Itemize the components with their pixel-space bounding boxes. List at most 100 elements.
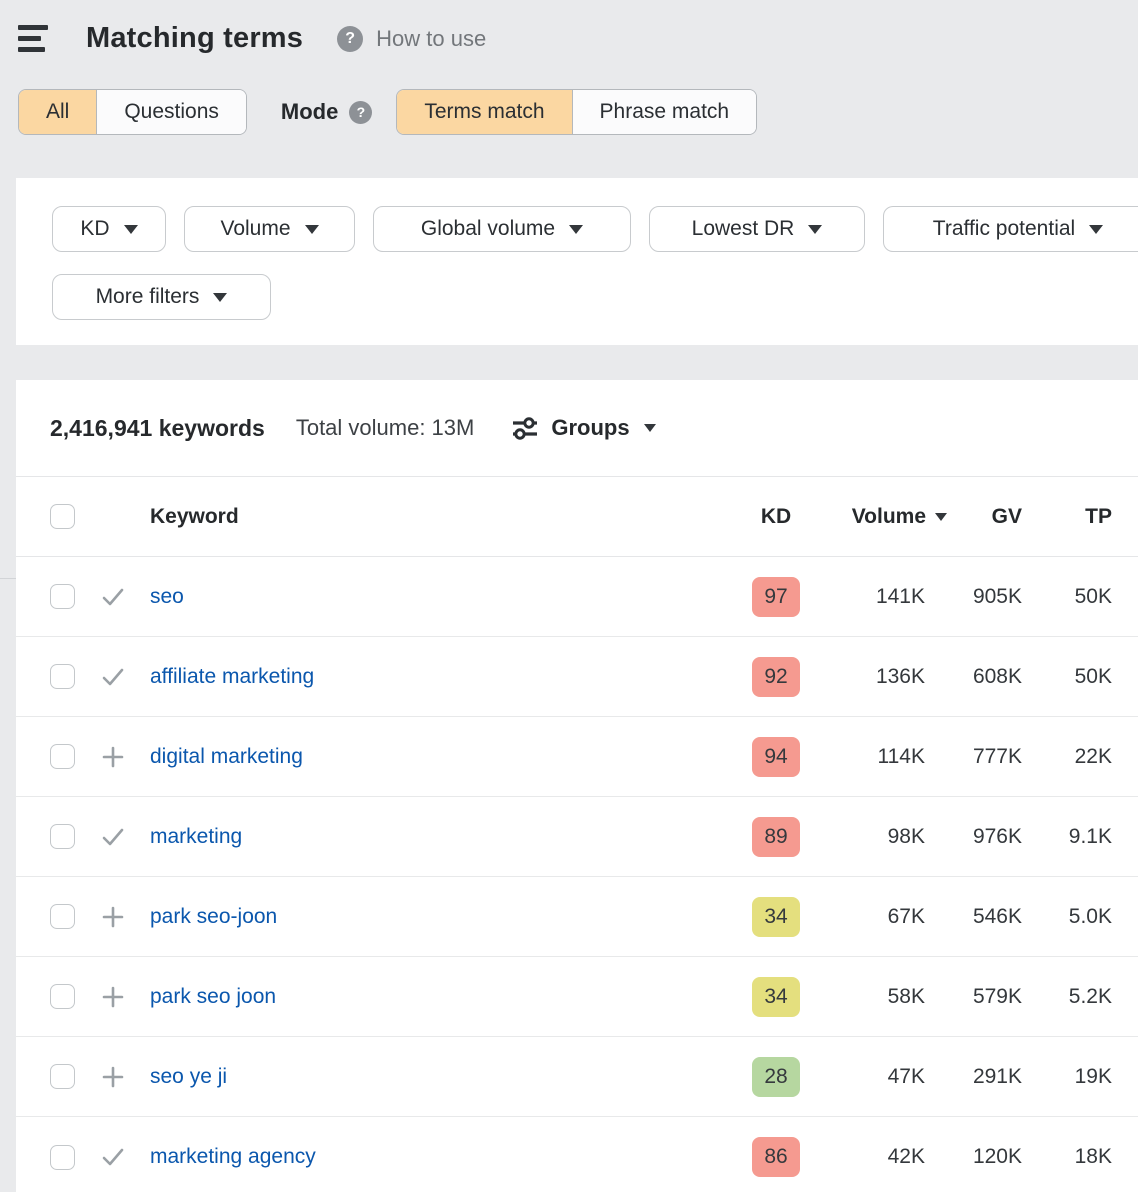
row-checkbox[interactable] xyxy=(50,904,75,929)
how-to-use-label: How to use xyxy=(376,26,486,52)
kd-badge: 34 xyxy=(752,977,800,1017)
keyword-link[interactable]: affiliate marketing xyxy=(150,665,314,688)
row-checkbox[interactable] xyxy=(50,1145,75,1170)
added-check-icon[interactable] xyxy=(100,584,126,610)
table-row: marketing8998K976K9.1K xyxy=(16,797,1138,877)
filter-global-volume-label: Global volume xyxy=(421,217,555,241)
filters-row-2: More filters xyxy=(52,274,1138,320)
col-keyword[interactable]: Keyword xyxy=(150,505,752,529)
volume-cell: 114K xyxy=(800,745,925,769)
add-plus-icon[interactable] xyxy=(100,1064,126,1090)
total-volume: Total volume: 13M xyxy=(296,415,475,441)
stats-row: 2,416,941 keywords Total volume: 13M Gro… xyxy=(16,380,1138,477)
chevron-down-icon xyxy=(808,225,822,234)
title-row: Matching terms ? How to use xyxy=(18,22,1138,55)
volume-cell: 42K xyxy=(800,1145,925,1169)
col-volume-label: Volume xyxy=(852,505,926,529)
filters-row-1: KD Volume Global volume Lowest DR Traffic po… xyxy=(52,206,1138,252)
keyword-link[interactable]: marketing xyxy=(150,825,242,848)
volume-cell: 67K xyxy=(800,905,925,929)
table-row: seo97141K905K50K xyxy=(16,557,1138,637)
keyword-link[interactable]: seo xyxy=(150,585,184,608)
mode-question-circle-icon[interactable]: ? xyxy=(349,101,372,124)
menu-icon[interactable] xyxy=(18,25,50,52)
table-row: marketing agency8642K120K18K xyxy=(16,1117,1138,1192)
added-check-icon[interactable] xyxy=(100,664,126,690)
gv-cell: 579K xyxy=(925,985,1022,1009)
col-volume[interactable]: Volume xyxy=(800,505,925,529)
filter-more-filters-button[interactable]: More filters xyxy=(52,274,271,320)
gv-cell: 777K xyxy=(925,745,1022,769)
filter-kd-button[interactable]: KD xyxy=(52,206,166,252)
volume-cell: 58K xyxy=(800,985,925,1009)
tp-cell: 9.1K xyxy=(1022,825,1112,849)
row-checkbox[interactable] xyxy=(50,824,75,849)
add-plus-icon[interactable] xyxy=(100,744,126,770)
kd-badge: 97 xyxy=(752,577,800,617)
scope-segmented-control: AllQuestions xyxy=(18,89,247,135)
gv-cell: 905K xyxy=(925,585,1022,609)
added-check-icon[interactable] xyxy=(100,824,126,850)
tp-cell: 19K xyxy=(1022,1065,1112,1089)
gv-cell: 291K xyxy=(925,1065,1022,1089)
chevron-down-icon xyxy=(124,225,138,234)
added-check-icon[interactable] xyxy=(100,1144,126,1170)
how-to-use-link[interactable]: ? How to use xyxy=(337,26,486,52)
kd-badge: 34 xyxy=(752,897,800,937)
scope-option-questions[interactable]: Questions xyxy=(97,90,246,134)
table-row: digital marketing94114K777K22K xyxy=(16,717,1138,797)
left-gutter-divider xyxy=(0,578,16,579)
row-checkbox[interactable] xyxy=(50,1064,75,1089)
kd-badge: 92 xyxy=(752,657,800,697)
keyword-link[interactable]: marketing agency xyxy=(150,1145,316,1168)
table-header-row: Keyword KD Volume GV TP xyxy=(16,477,1138,557)
row-checkbox[interactable] xyxy=(50,664,75,689)
tp-cell: 50K xyxy=(1022,665,1112,689)
row-checkbox[interactable] xyxy=(50,984,75,1009)
chevron-down-icon xyxy=(305,225,319,234)
col-kd[interactable]: KD xyxy=(752,505,800,529)
add-plus-icon[interactable] xyxy=(100,984,126,1010)
filter-lowest-dr-button[interactable]: Lowest DR xyxy=(649,206,865,252)
mode-option-phrase-match[interactable]: Phrase match xyxy=(573,90,757,134)
mode-segmented-control: Terms matchPhrase match xyxy=(396,89,757,135)
volume-cell: 136K xyxy=(800,665,925,689)
table-body: seo97141K905K50Kaffiliate marketing92136… xyxy=(16,557,1138,1192)
filter-global-volume-button[interactable]: Global volume xyxy=(373,206,631,252)
groups-button[interactable]: Groups xyxy=(511,414,655,442)
chevron-down-icon xyxy=(213,293,227,302)
col-tp[interactable]: TP xyxy=(1022,505,1112,529)
toggle-row: AllQuestions Mode ? Terms matchPhrase ma… xyxy=(18,89,1138,135)
filter-lowest-dr-label: Lowest DR xyxy=(692,217,795,241)
mode-label: Mode xyxy=(281,99,338,125)
table-row: park seo-joon3467K546K5.0K xyxy=(16,877,1138,957)
mode-option-terms-match[interactable]: Terms match xyxy=(397,90,572,134)
keyword-link[interactable]: seo ye ji xyxy=(150,1065,227,1088)
mode-label-wrap: Mode ? xyxy=(281,99,372,125)
tp-cell: 5.0K xyxy=(1022,905,1112,929)
volume-cell: 47K xyxy=(800,1065,925,1089)
chevron-down-icon xyxy=(1089,225,1103,234)
filters-card: KD Volume Global volume Lowest DR Traffic po… xyxy=(16,178,1138,345)
keyword-link[interactable]: digital marketing xyxy=(150,745,303,768)
keyword-link[interactable]: park seo-joon xyxy=(150,905,277,928)
row-checkbox[interactable] xyxy=(50,744,75,769)
filter-traffic-potential-button[interactable]: Traffic potential xyxy=(883,206,1138,252)
page-title: Matching terms xyxy=(86,22,303,55)
col-gv[interactable]: GV xyxy=(925,505,1022,529)
filter-volume-button[interactable]: Volume xyxy=(184,206,355,252)
tp-cell: 18K xyxy=(1022,1145,1112,1169)
question-circle-icon: ? xyxy=(337,26,363,52)
select-all-checkbox[interactable] xyxy=(50,504,75,529)
matching-terms-page: Matching terms ? How to use AllQuestions… xyxy=(0,0,1138,1192)
table-row: park seo joon3458K579K5.2K xyxy=(16,957,1138,1037)
volume-cell: 98K xyxy=(800,825,925,849)
kd-badge: 28 xyxy=(752,1057,800,1097)
add-plus-icon[interactable] xyxy=(100,904,126,930)
row-checkbox[interactable] xyxy=(50,584,75,609)
scope-option-all[interactable]: All xyxy=(19,90,97,134)
filter-volume-label: Volume xyxy=(220,217,290,241)
tp-cell: 22K xyxy=(1022,745,1112,769)
sliders-icon xyxy=(511,414,539,442)
keyword-link[interactable]: park seo joon xyxy=(150,985,276,1008)
